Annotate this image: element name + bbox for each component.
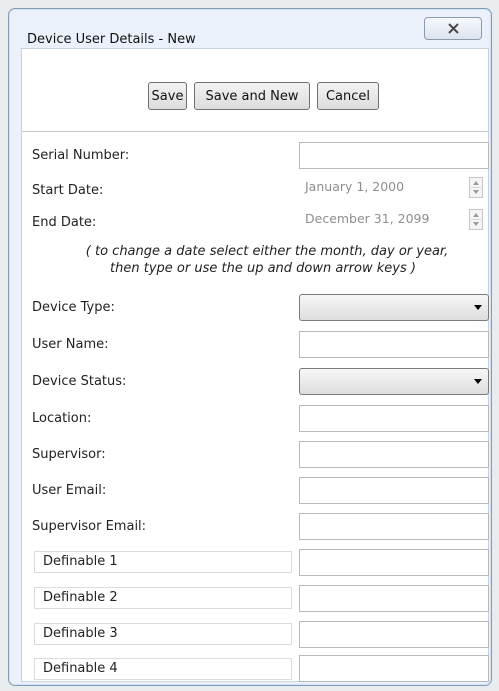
location-input[interactable] (299, 405, 489, 432)
save-and-new-button[interactable]: Save and New (194, 82, 310, 110)
spin-up-icon (473, 181, 479, 185)
close-button[interactable] (424, 17, 482, 40)
title-bar: Device User Details - New (9, 9, 491, 49)
end-date-spinner[interactable] (469, 209, 483, 230)
definable-3-input[interactable] (299, 621, 489, 648)
start-date-spinner[interactable] (469, 177, 483, 198)
supervisor-label: Supervisor: (32, 447, 106, 462)
supervisor-email-label: Supervisor Email: (32, 519, 147, 534)
definable-2-label-field[interactable]: Definable 2 (34, 587, 292, 609)
serial-number-label: Serial Number: (32, 148, 130, 163)
user-email-label: User Email: (32, 483, 107, 498)
date-hint-line-2: then type or use the up and down arrow k… (110, 261, 416, 276)
supervisor-input[interactable] (299, 441, 489, 468)
definable-4-label-field[interactable]: Definable 4 (34, 658, 292, 680)
start-date-picker[interactable]: January 1, 2000 (305, 179, 404, 194)
device-user-details-window: Device User Details - New Save Save and … (8, 8, 492, 686)
cancel-button[interactable]: Cancel (317, 82, 379, 110)
location-label: Location: (32, 411, 92, 426)
start-date-label: Start Date: (32, 183, 104, 198)
serial-number-input[interactable] (299, 142, 489, 169)
definable-1-label-field[interactable]: Definable 1 (34, 551, 292, 573)
spin-up-icon (473, 213, 479, 217)
save-button[interactable]: Save (148, 82, 187, 110)
device-type-label: Device Type: (32, 300, 115, 315)
definable-2-input[interactable] (299, 585, 489, 612)
device-status-select[interactable] (299, 368, 489, 395)
definable-1-input[interactable] (299, 549, 489, 576)
device-type-select[interactable] (299, 294, 489, 321)
form-panel: Save Save and New Cancel Serial Number: … (21, 48, 489, 682)
definable-3-label-field[interactable]: Definable 3 (34, 623, 292, 645)
date-hint-line-1: ( to change a date select either the mon… (85, 244, 449, 259)
user-name-label: User Name: (32, 337, 109, 352)
spin-down-icon (473, 222, 479, 226)
window-title: Device User Details - New (27, 32, 196, 47)
spin-down-icon (473, 190, 479, 194)
spinner-divider (471, 187, 481, 188)
end-date-picker[interactable]: December 31, 2099 (305, 211, 429, 226)
dropdown-arrow-icon (474, 305, 482, 310)
close-icon (447, 23, 459, 34)
end-date-label: End Date: (32, 215, 97, 230)
user-name-input[interactable] (299, 331, 489, 358)
spinner-divider (471, 219, 481, 220)
definable-4-input[interactable] (299, 655, 489, 682)
supervisor-email-input[interactable] (299, 513, 489, 540)
device-status-label: Device Status: (32, 374, 127, 389)
toolbar: Save Save and New Cancel (22, 49, 488, 132)
user-email-input[interactable] (299, 477, 489, 504)
dropdown-arrow-icon (474, 379, 482, 384)
